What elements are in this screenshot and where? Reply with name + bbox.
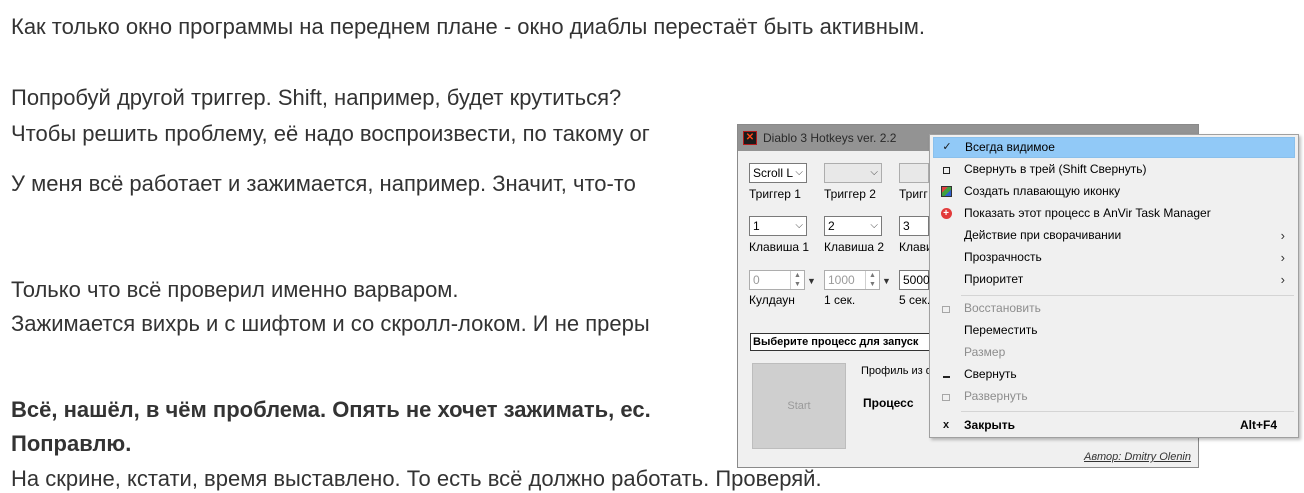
menu-item-label: Приоритет: [964, 272, 1024, 286]
menu-item-move[interactable]: Переместить: [933, 320, 1295, 341]
menu-separator: [961, 295, 1294, 296]
key-3-label: Клави: [899, 240, 933, 254]
process-select-value: Выберите процесс для запуск: [753, 336, 919, 348]
menu-item-floating-icon[interactable]: Создать плавающую иконку: [933, 181, 1295, 202]
trigger-1-select[interactable]: Scroll L ⌵: [749, 163, 807, 183]
chevron-down-icon: ⌵: [795, 167, 803, 178]
post-line: У меня всё работает и зажимается, наприм…: [11, 171, 636, 196]
tray-icon: [938, 159, 954, 182]
floating-icon: [938, 181, 954, 205]
trigger-1-label: Триггер 1: [749, 187, 801, 201]
menu-item-close[interactable]: x Закрыть Alt+F4: [933, 415, 1295, 436]
interval-2-label: 5 сек.: [899, 293, 931, 307]
process-select[interactable]: Выберите процесс для запуск: [750, 333, 950, 351]
check-icon: ✓: [942, 141, 952, 153]
menu-separator: [961, 411, 1294, 412]
author-link[interactable]: Автор: Dmitry Olenin: [1084, 451, 1191, 463]
process-label: Процесс: [863, 396, 914, 410]
key-1-select[interactable]: 1 ⌵: [749, 216, 807, 236]
key-2-label: Клавиша 2: [824, 240, 885, 254]
post-line: Всё, нашёл, в чём проблема. Опять не хоч…: [11, 397, 651, 422]
menu-item-label: Закрыть: [964, 418, 1016, 432]
menu-item-label: Восстановить: [964, 301, 1041, 315]
menu-item-label: Создать плавающую иконку: [964, 184, 1121, 198]
post-line: Попробуй другой триггер. Shift, например…: [11, 85, 622, 110]
chevron-down-icon: ⌵: [870, 220, 878, 231]
menu-item-label: Размер: [964, 345, 1006, 359]
window-context-menu: ✓ Всегда видимое Свернуть в трей (Shift …: [929, 134, 1299, 438]
post-line: Поправлю.: [11, 431, 132, 456]
key-2-value: 2: [828, 219, 835, 233]
restore-icon: [938, 298, 954, 321]
chevron-down-icon: ⌵: [870, 167, 878, 178]
menu-item-priority[interactable]: Приоритет ›: [933, 269, 1295, 290]
menu-item-minimize-to-tray[interactable]: Свернуть в трей (Shift Свернуть): [933, 159, 1295, 180]
close-icon: x: [942, 419, 950, 431]
post-line: На скрине, кстати, время выставлено. То …: [11, 466, 822, 491]
post-line: Как только окно программы на переднем пл…: [11, 14, 925, 39]
key-1-value: 1: [753, 219, 760, 233]
cooldown-value: 0: [753, 273, 760, 287]
maximize-icon: [938, 386, 954, 409]
start-button-label: Start: [787, 400, 811, 412]
menu-item-label: Переместить: [964, 323, 1038, 337]
key-3-value: 3: [903, 219, 910, 233]
start-button[interactable]: Start: [752, 363, 846, 449]
caret-down-icon[interactable]: ▼: [807, 276, 816, 286]
submenu-arrow-icon: ›: [1280, 228, 1285, 243]
submenu-arrow-icon: ›: [1280, 250, 1285, 265]
chevron-down-icon: ⌵: [795, 220, 803, 231]
trigger-3-select[interactable]: [899, 163, 929, 183]
window-title: Diablo 3 Hotkeys ver. 2.2: [763, 131, 897, 145]
menu-item-size: Размер: [933, 342, 1295, 363]
menu-item-label: Свернуть в трей (Shift Свернуть): [964, 162, 1147, 176]
menu-item-transparency[interactable]: Прозрачность ›: [933, 247, 1295, 268]
menu-item-restore: Восстановить: [933, 298, 1295, 319]
spinner-arrows-icon[interactable]: ▲ ▼: [790, 271, 804, 289]
menu-item-always-on-top[interactable]: ✓ Всегда видимое: [933, 137, 1295, 158]
menu-item-label: Прозрачность: [964, 250, 1042, 264]
post-line: Чтобы решить проблему, её надо воспроизв…: [11, 121, 650, 146]
key-1-label: Клавиша 1: [749, 240, 810, 254]
menu-item-anvir[interactable]: + Показать этот процесс в AnVir Task Man…: [933, 203, 1295, 224]
key-2-select[interactable]: 2 ⌵: [824, 216, 882, 236]
interval-2-spinner[interactable]: 5000: [899, 270, 930, 290]
interval-1-label: 1 сек.: [824, 293, 856, 307]
trigger-2-select[interactable]: ⌵: [824, 163, 882, 183]
menu-item-minimize-action[interactable]: Действие при сворачивании ›: [933, 225, 1295, 246]
trigger-3-label: Тригг: [899, 187, 928, 201]
cooldown-label: Кулдаун: [749, 293, 795, 307]
trigger-2-label: Триггер 2: [824, 187, 876, 201]
caret-down-icon[interactable]: ▼: [882, 276, 891, 286]
profile-label: Профиль из ф: [861, 365, 935, 377]
post-line: Только что всё проверил именно варваром.: [11, 277, 459, 302]
minimize-icon: [938, 364, 954, 386]
interval-1-spinner[interactable]: 1000 ▲ ▼: [824, 270, 880, 290]
trigger-1-value: Scroll L: [753, 166, 794, 180]
cooldown-spinner[interactable]: 0 ▲ ▼: [749, 270, 805, 290]
spinner-arrows-icon[interactable]: ▲ ▼: [865, 271, 879, 289]
menu-item-label: Действие при сворачивании: [964, 228, 1122, 242]
menu-item-label: Показать этот процесс в AnVir Task Manag…: [964, 206, 1211, 220]
shortcut-label: Alt+F4: [1239, 418, 1277, 432]
key-3-select[interactable]: 3: [899, 216, 929, 236]
menu-item-label: Свернуть: [964, 367, 1017, 381]
menu-item-label: Всегда видимое: [965, 140, 1055, 154]
diablo-logo-icon: ✕: [743, 131, 757, 145]
interval-2-value: 5000: [903, 273, 930, 287]
submenu-arrow-icon: ›: [1280, 272, 1285, 287]
interval-1-value: 1000: [828, 273, 855, 287]
menu-item-maximize: Развернуть: [933, 386, 1295, 407]
menu-item-label: Развернуть: [964, 389, 1028, 403]
anvir-icon: +: [938, 203, 954, 224]
post-line: Зажимается вихрь и с шифтом и со скролл-…: [11, 311, 650, 336]
menu-item-minimize[interactable]: Свернуть: [933, 364, 1295, 385]
